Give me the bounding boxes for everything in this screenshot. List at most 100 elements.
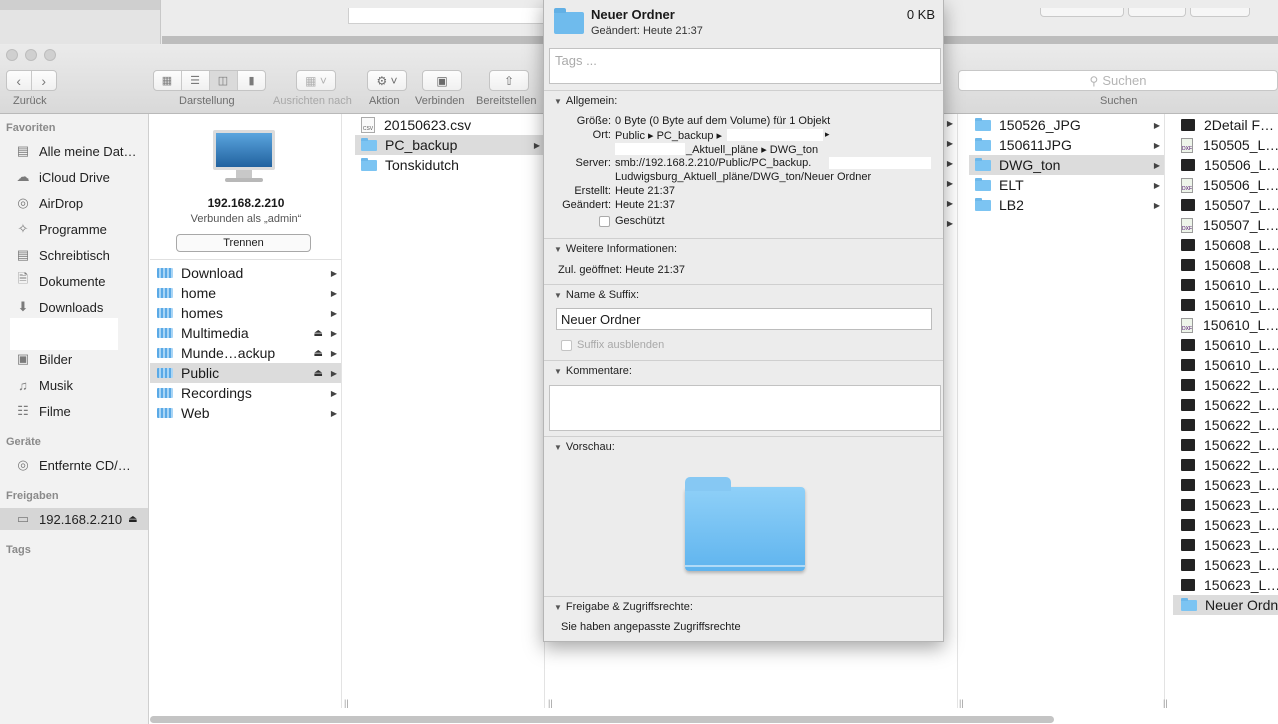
list-item-selected[interactable]: Neuer Ordn (1173, 595, 1278, 615)
sharing-title[interactable]: Freigabe & Zugriffsrechte: (554, 601, 693, 613)
close-window-button[interactable] (6, 49, 18, 61)
sidebar-item-server[interactable]: ▭ 192.168.2.210 ⏏ (0, 508, 148, 530)
list-item[interactable]: DXF 150507_L… (1173, 215, 1278, 235)
list-item[interactable]: 150610_L… (1173, 335, 1278, 355)
column-resize-handle[interactable]: || (548, 698, 553, 708)
more-info-title[interactable]: Weitere Informationen: (554, 243, 677, 255)
shared-folder-icon (157, 348, 173, 358)
list-item[interactable]: 150506_L… (1173, 155, 1278, 175)
sidebar-item-music[interactable]: ♫ Musik (0, 374, 148, 396)
dxf-file-icon: DXF (1181, 217, 1193, 233)
list-item[interactable]: 150610_L… (1173, 295, 1278, 315)
coverflow-view-icon[interactable]: ▮ (238, 71, 266, 90)
share-row[interactable]: Download ▶ (150, 263, 341, 283)
share-button[interactable]: ⇧ (489, 70, 529, 91)
list-item[interactable]: Tonskidutch (355, 155, 544, 175)
list-item[interactable]: 150610_L… (1173, 355, 1278, 375)
connect-button[interactable]: ▣ (422, 70, 462, 91)
list-item[interactable]: 150622_L… (1173, 455, 1278, 475)
general-section-title[interactable]: Allgemein: (554, 95, 617, 107)
list-item[interactable]: DXF 150610_L… (1173, 315, 1278, 335)
back-arrow-icon[interactable]: ‹ (7, 71, 32, 90)
list-item[interactable]: 150608_L… (1173, 255, 1278, 275)
eject-icon[interactable]: ⏏ (128, 514, 137, 525)
column-resize-handle[interactable]: || (1163, 698, 1168, 708)
minimize-window-button[interactable] (25, 49, 37, 61)
eject-icon[interactable]: ⏏ (314, 328, 323, 339)
list-item[interactable]: 150623_L… (1173, 495, 1278, 515)
arrange-button[interactable]: ▦ ˅ (296, 70, 336, 91)
item-label: 150507_L… (1203, 217, 1278, 233)
share-row[interactable]: Multimedia ⏏ ▶ (150, 323, 341, 343)
icon-view-icon[interactable]: ▦ (154, 71, 182, 90)
list-view-icon[interactable]: ☰ (182, 71, 210, 90)
zoom-window-button[interactable] (44, 49, 56, 61)
where-value-line2: _Aktuell_pläne ▸ DWG_ton (686, 144, 819, 156)
share-row[interactable]: Recordings ▶ (150, 383, 341, 403)
list-item[interactable]: 150622_L… (1173, 435, 1278, 455)
sidebar-item-applications[interactable]: ✧ Programme (0, 218, 148, 240)
dwg-file-icon (1181, 119, 1195, 131)
disc-icon: ◎ (17, 457, 29, 472)
sidebar-item-remote-disc[interactable]: ◎ Entfernte CD/… (0, 454, 148, 476)
sidebar-item-movies[interactable]: ☷ Filme (0, 400, 148, 422)
list-item[interactable]: 150610_L… (1173, 275, 1278, 295)
sidebar-item-label: Filme (39, 403, 71, 419)
tags-input[interactable]: Tags ... (549, 48, 941, 84)
comments-field[interactable] (549, 385, 941, 431)
name-field[interactable]: Neuer Ordner (556, 308, 932, 330)
disconnect-button[interactable]: Trennen (176, 234, 311, 252)
list-item[interactable]: 150608_L… (1173, 235, 1278, 255)
share-row-selected[interactable]: Public ⏏ ▶ (150, 363, 341, 383)
sidebar-item-all-files[interactable]: ▤ Alle meine Dat… (0, 140, 148, 162)
sidebar-item-desktop[interactable]: ▤ Schreibtisch (0, 244, 148, 266)
list-item[interactable]: 150623_L… (1173, 535, 1278, 555)
hide-extension-checkbox[interactable] (561, 340, 572, 351)
list-item[interactable]: 150622_L… (1173, 395, 1278, 415)
list-item[interactable]: 150623_L… (1173, 575, 1278, 595)
list-item-selected[interactable]: DWG_ton ▶ (969, 155, 1164, 175)
share-row[interactable]: Web ▶ (150, 403, 341, 423)
sidebar-item-downloads[interactable]: ⬇ Downloads (0, 296, 148, 318)
list-item[interactable]: 150622_L… (1173, 415, 1278, 435)
sidebar-item-icloud[interactable]: ☁ iCloud Drive (0, 166, 148, 188)
list-item[interactable]: 150623_L… (1173, 555, 1278, 575)
sidebar-item-pictures[interactable]: ▣ Bilder (0, 348, 148, 370)
list-item[interactable]: 150507_L… (1173, 195, 1278, 215)
column-resize-handle[interactable]: || (344, 698, 349, 708)
share-row[interactable]: home ▶ (150, 283, 341, 303)
horizontal-scrollbar[interactable] (150, 716, 1054, 723)
item-label: Neuer Ordn (1205, 597, 1278, 613)
preview-title[interactable]: Vorschau: (554, 441, 615, 453)
network-icon: ▣ (436, 73, 448, 88)
list-item[interactable]: DXF 150506_L… (1173, 175, 1278, 195)
forward-arrow-icon[interactable]: › (32, 71, 56, 90)
list-item[interactable]: DXF 150505_L… (1173, 135, 1278, 155)
list-item[interactable]: 150622_L… (1173, 375, 1278, 395)
folder-icon (554, 8, 584, 34)
list-item[interactable]: 150526_JPG ▶ (969, 115, 1164, 135)
column-view-icon[interactable]: ◫ (209, 71, 238, 90)
sidebar-item-airdrop[interactable]: ◎ AirDrop (0, 192, 148, 214)
eject-icon[interactable]: ⏏ (314, 368, 323, 379)
list-item[interactable]: ELT ▶ (969, 175, 1164, 195)
list-item-selected[interactable]: PC_backup ▶ (355, 135, 544, 155)
column-resize-handle[interactable]: || (959, 698, 964, 708)
list-item[interactable]: 2Detail F… (1173, 115, 1278, 135)
list-item[interactable]: 150611JPG ▶ (969, 135, 1164, 155)
list-item[interactable]: LB2 ▶ (969, 195, 1164, 215)
list-item[interactable]: 150623_L… (1173, 475, 1278, 495)
list-item[interactable]: CSV 20150623.csv (355, 115, 544, 135)
locked-checkbox[interactable] (599, 216, 610, 227)
sidebar-item-documents[interactable]: 🗎 Dokumente (0, 270, 148, 292)
locked-label: Geschützt (615, 215, 665, 227)
comments-title[interactable]: Kommentare: (554, 365, 632, 377)
search-input[interactable]: ⚲ Suchen (958, 70, 1278, 91)
eject-icon[interactable]: ⏏ (314, 348, 323, 359)
name-section-title[interactable]: Name & Suffix: (554, 289, 639, 301)
share-row[interactable]: Munde…ackup ⏏ ▶ (150, 343, 341, 363)
share-row[interactable]: homes ▶ (150, 303, 341, 323)
folder-icon (361, 137, 377, 151)
list-item[interactable]: 150623_L… (1173, 515, 1278, 535)
action-button[interactable]: ⚙ ˅ (367, 70, 407, 91)
